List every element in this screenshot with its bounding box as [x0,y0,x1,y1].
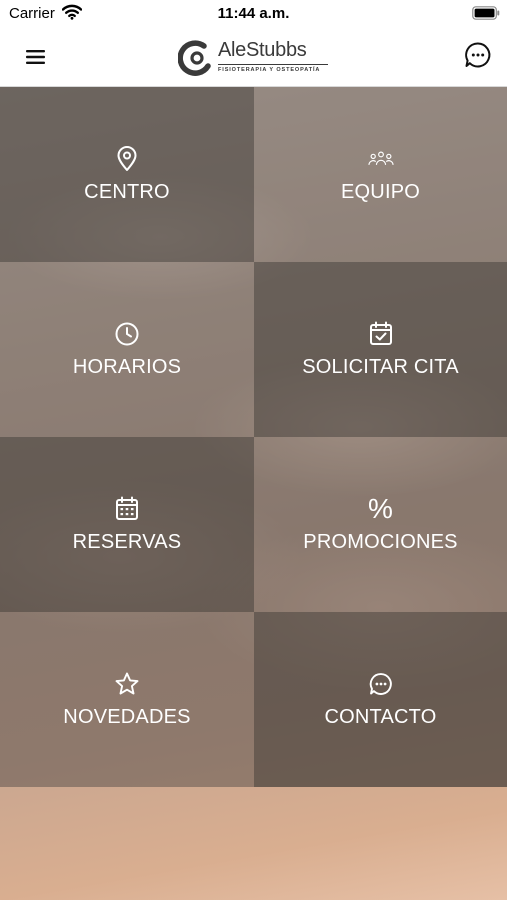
menu-tile-equipo[interactable]: EQUIPO [254,87,507,262]
chat-bubble-icon [368,671,394,697]
calendar-grid-icon [114,496,140,522]
menu-tile-label: EQUIPO [341,180,420,203]
menu-button[interactable] [22,44,50,70]
status-bar: Carrier 11:44 a.m. [0,0,507,28]
logo-mark-icon [178,40,211,76]
logo-name: AleStubbs [218,39,307,61]
star-icon [114,671,140,697]
menu-tile-label: RESERVAS [72,530,182,553]
percent-icon: % [368,492,394,524]
menu-tile-label: CENTRO [84,180,170,203]
status-time: 11:44 a.m. [217,5,290,22]
menu-tile-novedades[interactable]: NOVEDADES [0,612,254,787]
battery-icon [472,6,500,25]
menu-tile-label: NOVEDADES [63,705,191,728]
menu-tile-solicitar-cita[interactable]: SOLICITAR CITA [254,262,507,437]
group-icon [367,146,394,172]
percent-glyph: % [368,492,393,524]
app-header: AleStubbs FISIOTERAPIA Y OSTEOPATÍA [0,28,507,87]
logo-divider [218,64,328,65]
brand-logo: AleStubbs FISIOTERAPIA Y OSTEOPATÍA [178,37,330,79]
clock-icon [114,321,140,347]
calendar-check-icon [368,321,394,347]
menu-tile-contacto[interactable]: CONTACTO [254,612,507,787]
menu-tile-label: PROMOCIONES [303,530,458,553]
menu-tile-label: SOLICITAR CITA [302,355,459,378]
menu-tile-reservas[interactable]: RESERVAS [0,437,254,612]
chat-bubble-icon [465,42,491,68]
hamburger-menu-icon [26,50,45,64]
menu-tile-label: HORARIOS [72,355,182,378]
menu-tile-centro[interactable]: CENTRO [0,87,254,262]
menu-grid: CENTRO EQUIPO HORARIOS SOLICITAR CITA RE… [0,87,507,787]
chat-button[interactable] [463,40,493,70]
menu-tile-promociones[interactable]: % PROMOCIONES [254,437,507,612]
map-pin-icon [114,145,140,172]
menu-tile-horarios[interactable]: HORARIOS [0,262,254,437]
logo-subtitle: FISIOTERAPIA Y OSTEOPATÍA [218,67,321,73]
menu-tile-label: CONTACTO [324,705,437,728]
